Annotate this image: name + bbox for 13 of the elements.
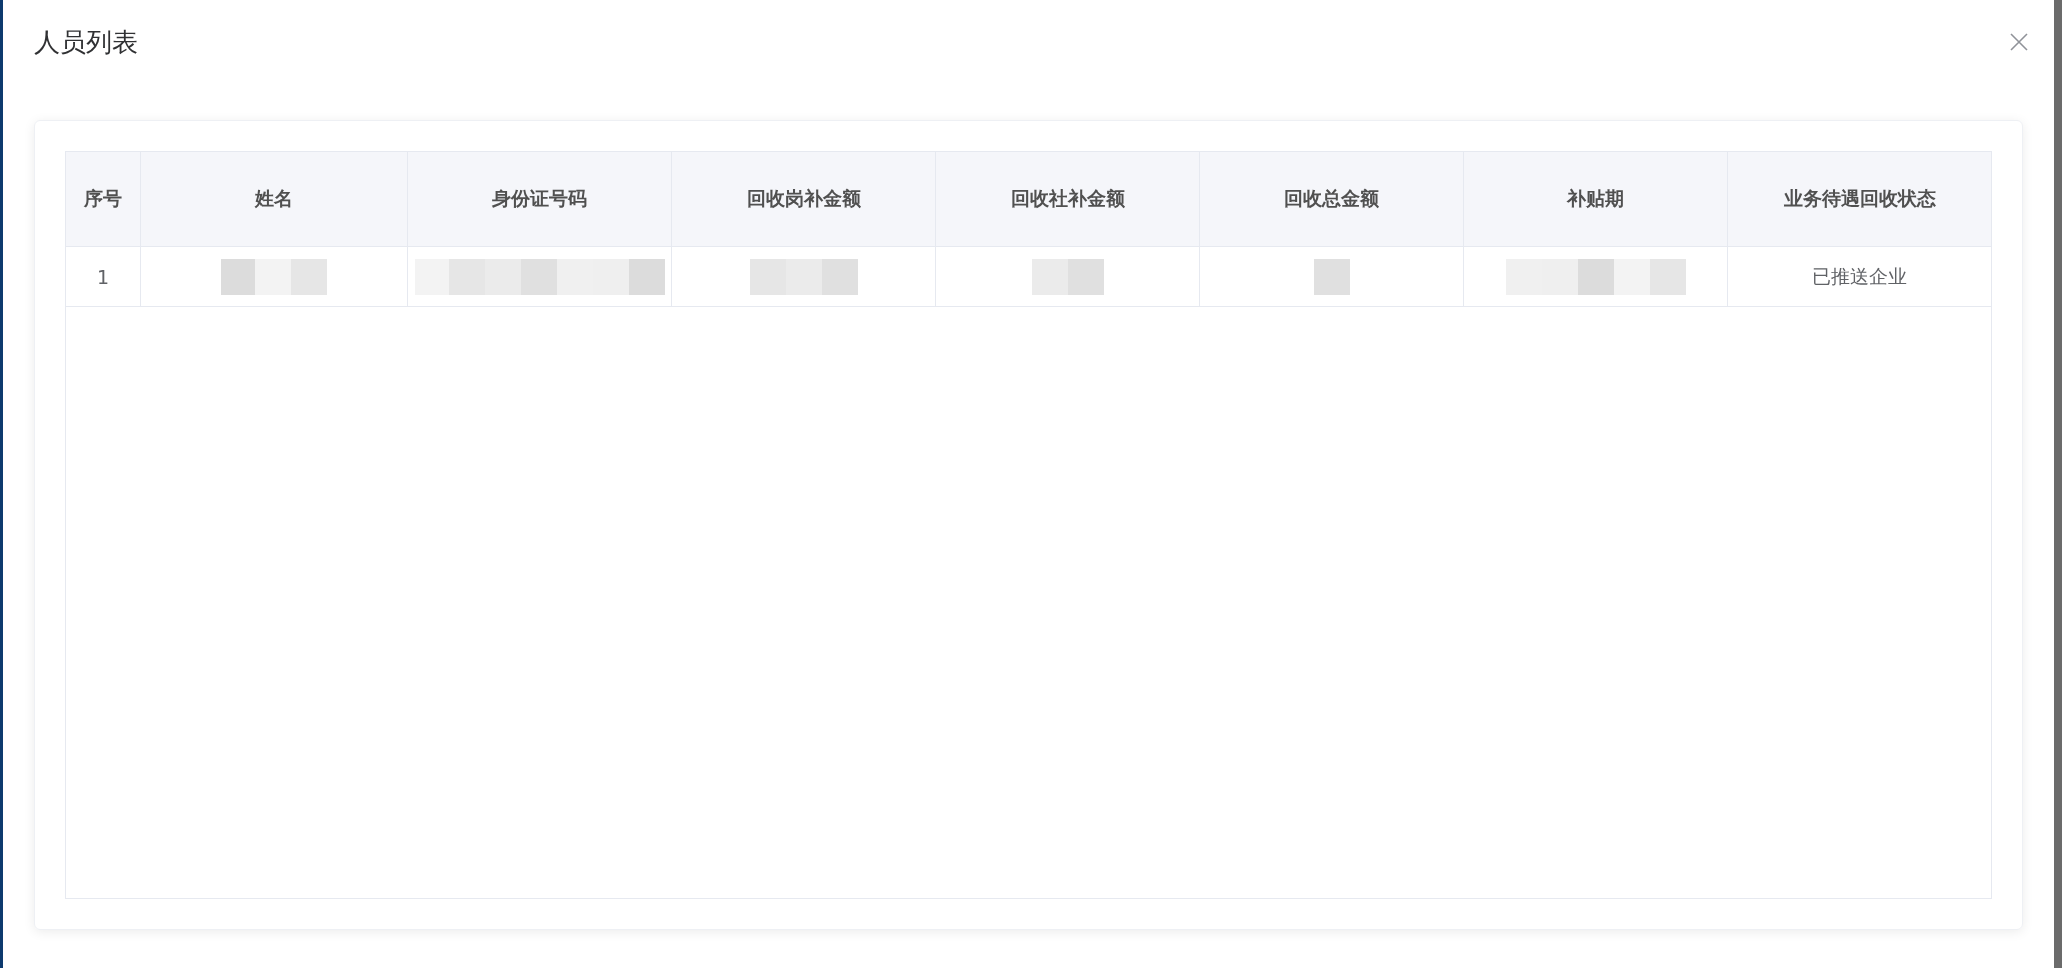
column-header: 回收岗补金额 [672, 152, 937, 247]
column-header: 回收社补金额 [936, 152, 1201, 247]
column-header: 姓名 [141, 152, 409, 247]
column-header: 序号 [66, 152, 142, 247]
column-header: 补贴期 [1464, 152, 1729, 247]
redacted-mosaic [1313, 258, 1350, 295]
close-icon[interactable] [2009, 32, 2030, 52]
table-cell-text: 已推送企业 [1812, 263, 1908, 289]
table-cell: 1 [97, 265, 110, 288]
dialog-title: 人员列表 [34, 25, 139, 59]
column-header: 身份证号码 [408, 152, 673, 247]
column-header: 业务待遇回收状态 [1728, 152, 1992, 247]
column-header: 回收总金额 [1200, 152, 1465, 247]
